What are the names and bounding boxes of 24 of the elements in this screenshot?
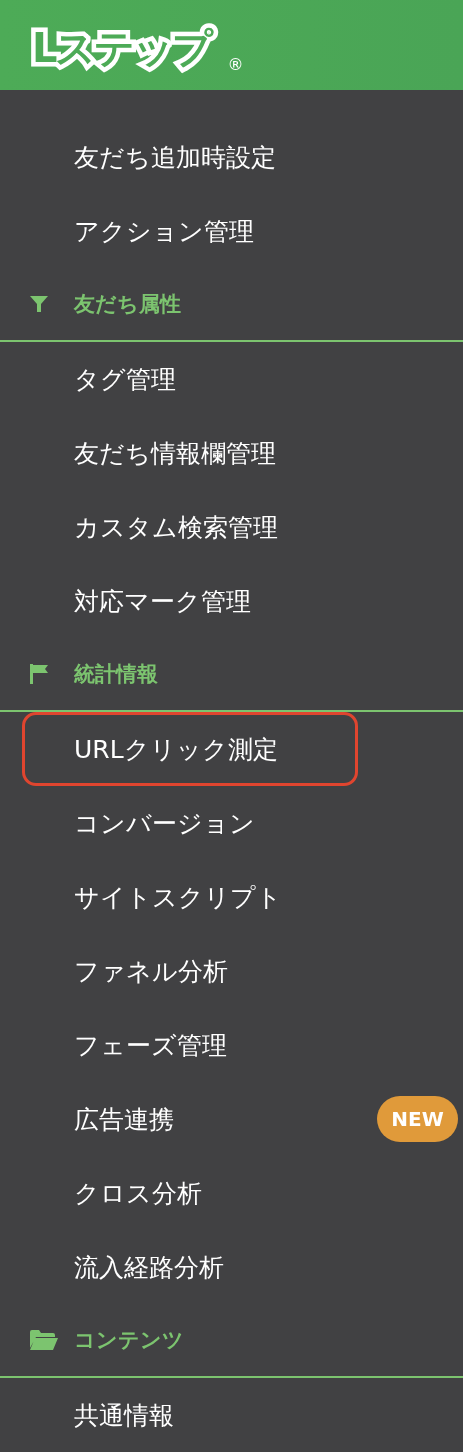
menu-item[interactable]: 友だち追加時設定	[74, 140, 276, 174]
menu-item[interactable]: 対応マーク管理	[74, 584, 251, 618]
new-badge: NEW	[377, 1096, 458, 1142]
menu-item[interactable]: ファネル分析	[74, 954, 228, 988]
section-heading: 統計情報	[74, 661, 158, 688]
menu-item[interactable]: アクション管理	[74, 214, 254, 248]
menu-item[interactable]: コンバージョン	[74, 806, 255, 840]
menu-item[interactable]: カスタム検索管理	[74, 510, 278, 544]
menu-item[interactable]: 流入経路分析	[74, 1250, 224, 1284]
menu-item[interactable]: フェーズ管理	[74, 1028, 227, 1062]
menu-item[interactable]: 友だち情報欄管理	[74, 436, 276, 470]
flag-icon	[30, 664, 48, 684]
menu-item[interactable]: サイトスクリプト	[74, 880, 282, 914]
logo: Lステップ	[26, 20, 222, 76]
registered-mark: ®	[227, 55, 244, 74]
section-heading: 友だち属性	[74, 291, 181, 318]
folder-icon	[30, 1330, 58, 1350]
menu-item[interactable]: タグ管理	[74, 362, 176, 396]
filter-icon	[30, 295, 48, 313]
menu-item[interactable]: URLクリック測定	[74, 732, 278, 766]
menu-item[interactable]: 広告連携	[74, 1102, 174, 1136]
menu-item[interactable]: 共通情報	[74, 1398, 174, 1432]
section-heading: コンテンツ	[74, 1327, 184, 1354]
menu-item[interactable]: クロス分析	[74, 1176, 202, 1210]
